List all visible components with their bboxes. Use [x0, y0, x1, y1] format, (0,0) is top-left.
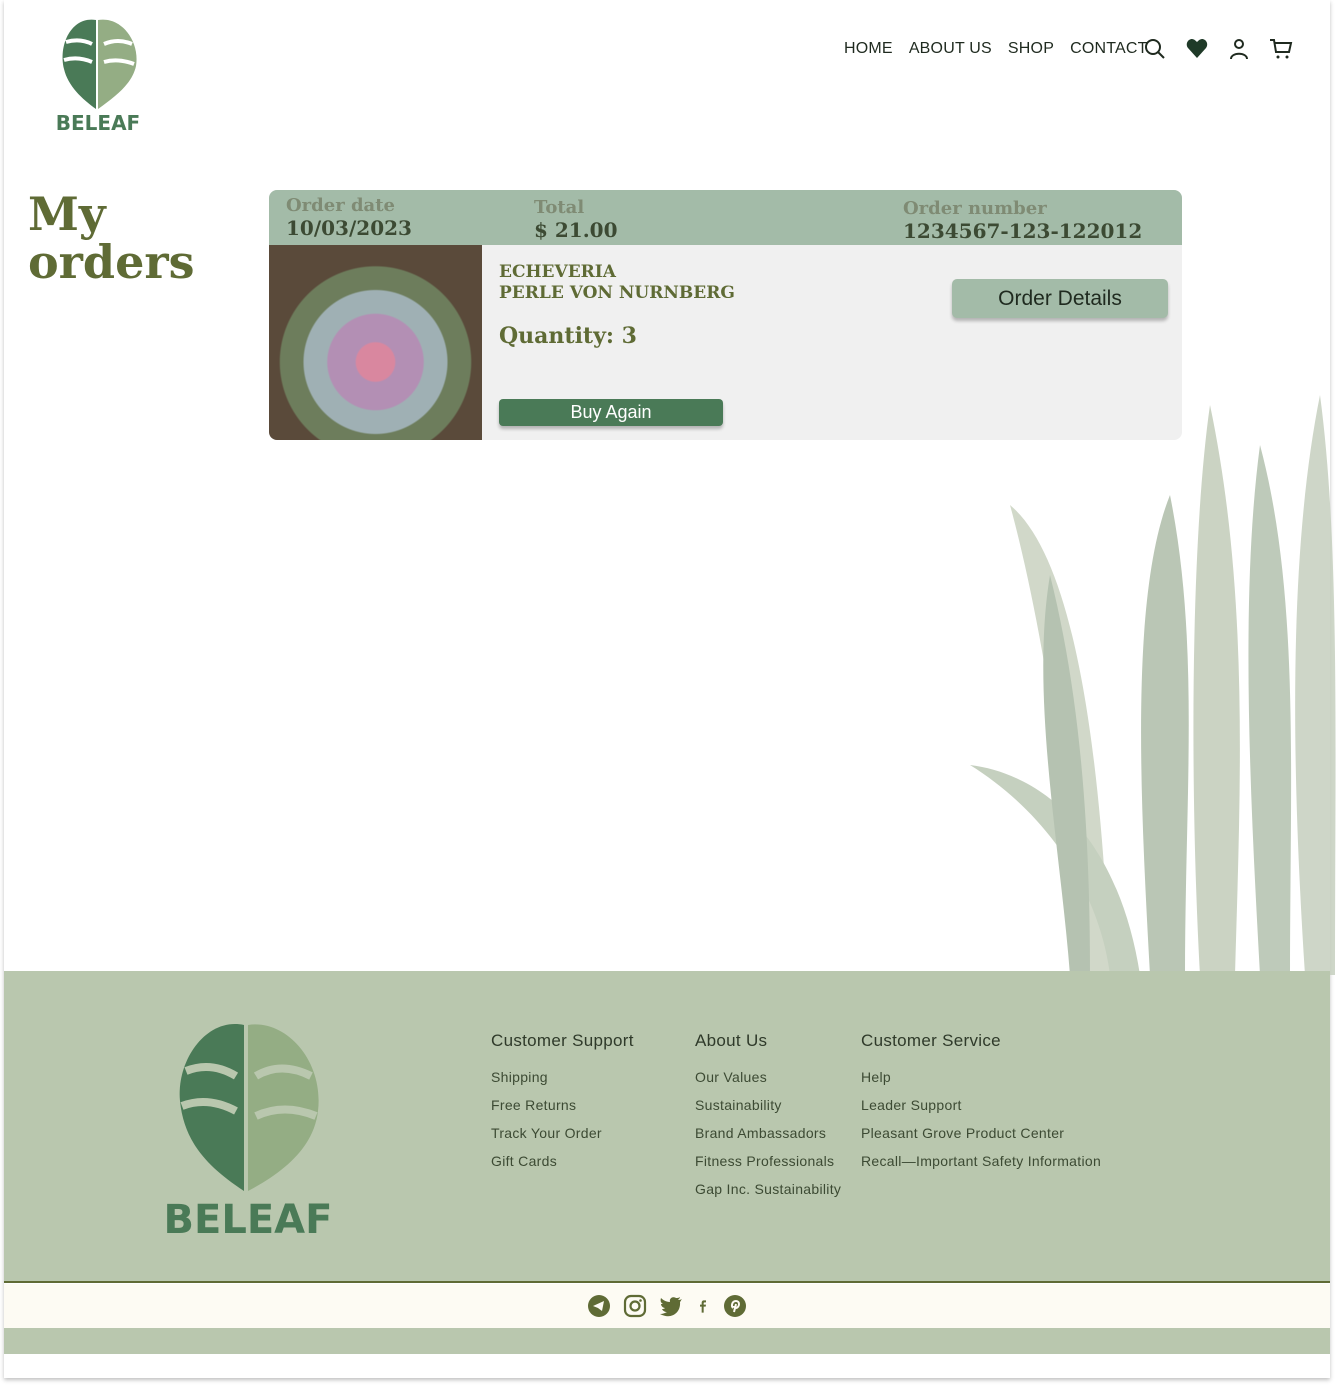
footer-link-product-center[interactable]: Pleasant Grove Product Center [861, 1125, 1101, 1153]
page-title: My orders [28, 187, 195, 289]
footer-heading: Customer Support [491, 1031, 634, 1050]
footer-logo-text: BELEAF [166, 1197, 331, 1243]
total-label: Total [534, 197, 585, 218]
footer-col-customer-service: Customer Service Help Leader Support Ple… [861, 1031, 1101, 1181]
footer-link-help[interactable]: Help [861, 1069, 1101, 1097]
main-nav: HOME ABOUT US SHOP CONTACT [844, 40, 1164, 58]
footer-bottom-band [4, 1328, 1330, 1354]
logo-text: BELEAF [56, 111, 140, 135]
twitter-icon[interactable] [659, 1294, 683, 1318]
product-quantity: Quantity: 3 [499, 323, 637, 349]
search-icon[interactable] [1143, 37, 1167, 61]
nav-shop[interactable]: SHOP [1008, 40, 1054, 58]
order-date: 10/03/2023 [286, 216, 412, 240]
facebook-icon[interactable] [695, 1294, 711, 1318]
footer: BELEAF Customer Support Shipping Free Re… [4, 971, 1330, 1283]
cart-icon[interactable] [1269, 37, 1293, 61]
snake-plant-image [970, 395, 1336, 975]
footer-col-about-us: About Us Our Values Sustainability Brand… [695, 1031, 841, 1209]
nav-about-us[interactable]: ABOUT US [909, 40, 992, 58]
footer-link-free-returns[interactable]: Free Returns [491, 1097, 634, 1125]
footer-link-sustainability[interactable]: Sustainability [695, 1097, 841, 1125]
telegram-icon[interactable] [587, 1294, 611, 1318]
footer-link-fitness-professionals[interactable]: Fitness Professionals [695, 1153, 841, 1181]
footer-link-our-values[interactable]: Our Values [695, 1069, 841, 1097]
footer-heading: Customer Service [861, 1031, 1001, 1050]
footer-link-gap-sustainability[interactable]: Gap Inc. Sustainability [695, 1181, 841, 1209]
footer-heading: About Us [695, 1031, 768, 1050]
nav-contact[interactable]: CONTACT [1070, 40, 1148, 58]
pinterest-icon[interactable] [723, 1294, 747, 1318]
footer-logo[interactable]: BELEAF [166, 1021, 331, 1246]
footer-link-recall[interactable]: Recall—Important Safety Information [861, 1153, 1101, 1181]
order-date-label: Order date [286, 195, 395, 216]
footer-link-brand-ambassadors[interactable]: Brand Ambassadors [695, 1125, 841, 1153]
order-number: 1234567-123-122012 [903, 219, 1143, 243]
social-bar [4, 1284, 1330, 1328]
heart-icon[interactable] [1185, 37, 1209, 61]
footer-link-shipping[interactable]: Shipping [491, 1069, 634, 1097]
footer-link-track-order[interactable]: Track Your Order [491, 1125, 634, 1153]
instagram-icon[interactable] [623, 1294, 647, 1318]
user-icon[interactable] [1227, 37, 1251, 61]
order-header: Order date 10/03/2023 Total $ 21.00 Order … [269, 190, 1182, 245]
product-name[interactable]: ECHEVERIA PERLE VON NURNBERG [499, 262, 735, 304]
footer-col-customer-support: Customer Support Shipping Free Returns T… [491, 1031, 634, 1181]
order-details-button[interactable]: Order Details [952, 279, 1168, 318]
order-number-label: Order number [903, 198, 1047, 219]
product-image[interactable] [269, 245, 482, 440]
buy-again-button[interactable]: Buy Again [499, 399, 723, 426]
nav-home[interactable]: HOME [844, 40, 893, 58]
footer-link-leader-support[interactable]: Leader Support [861, 1097, 1101, 1125]
footer-link-gift-cards[interactable]: Gift Cards [491, 1153, 634, 1181]
order-total: $ 21.00 [534, 218, 618, 242]
beleaf-logo[interactable]: BELEAF [52, 14, 144, 136]
